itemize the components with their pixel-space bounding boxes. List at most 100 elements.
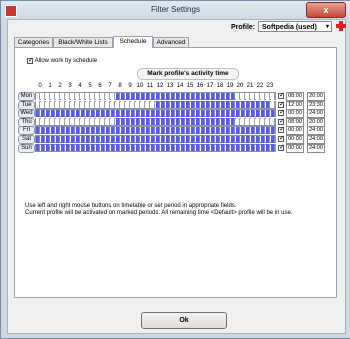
schedule-cell[interactable] [76,135,80,143]
schedule-cell[interactable] [221,118,225,126]
schedule-cell[interactable] [91,126,95,134]
schedule-cell[interactable] [111,126,115,134]
schedule-cell[interactable] [186,135,190,143]
schedule-cell[interactable] [101,109,105,117]
schedule-cell[interactable] [71,101,75,109]
schedule-cell[interactable] [161,135,165,143]
schedule-cell[interactable] [216,135,220,143]
schedule-cell[interactable] [211,126,215,134]
schedule-cell[interactable] [206,144,210,152]
schedule-cell[interactable] [81,144,85,152]
schedule-cell[interactable] [56,144,60,152]
schedule-cell[interactable] [266,101,270,109]
schedule-cell[interactable] [131,101,135,109]
schedule-cell[interactable] [261,118,265,126]
schedule-cell[interactable] [226,92,230,100]
schedule-cell[interactable] [76,109,80,117]
schedule-cell[interactable] [236,144,240,152]
day-enable-checkbox-mon[interactable] [278,91,285,99]
schedule-cell[interactable] [71,126,75,134]
schedule-cell[interactable] [231,101,235,109]
schedule-cell[interactable] [36,118,40,126]
schedule-cell[interactable] [241,135,245,143]
schedule-cell[interactable] [226,144,230,152]
schedule-cell[interactable] [146,135,150,143]
schedule-cell[interactable] [256,109,260,117]
schedule-cell[interactable] [226,109,230,117]
schedule-cell[interactable] [216,144,220,152]
schedule-cell[interactable] [241,126,245,134]
schedule-cell[interactable] [166,101,170,109]
schedule-cell[interactable] [116,118,120,126]
schedule-cell[interactable] [101,135,105,143]
schedule-cell[interactable] [161,144,165,152]
schedule-cell[interactable] [156,144,160,152]
schedule-cell[interactable] [251,109,255,117]
schedule-cell[interactable] [226,118,230,126]
schedule-cell[interactable] [106,126,110,134]
schedule-cell[interactable] [196,144,200,152]
schedule-cell[interactable] [206,135,210,143]
tab-categories[interactable]: Categories [14,37,53,47]
schedule-cell[interactable] [266,118,270,126]
schedule-cell[interactable] [196,135,200,143]
schedule-cell[interactable] [181,109,185,117]
day-label-mon[interactable]: Mon [18,92,35,101]
schedule-cell[interactable] [211,144,215,152]
schedule-cell[interactable] [241,118,245,126]
schedule-cell[interactable] [41,126,45,134]
schedule-cell[interactable] [56,118,60,126]
schedule-cell[interactable] [96,92,100,100]
schedule-cell[interactable] [266,144,270,152]
schedule-cell[interactable] [36,135,40,143]
schedule-cell[interactable] [261,126,265,134]
schedule-cell[interactable] [166,92,170,100]
schedule-cell[interactable] [86,144,90,152]
schedule-cell[interactable] [201,126,205,134]
schedule-cell[interactable] [236,126,240,134]
schedule-cell[interactable] [261,92,265,100]
close-button[interactable]: x [306,2,346,18]
schedule-cell[interactable] [251,118,255,126]
schedule-cell[interactable] [51,92,55,100]
schedule-cell[interactable] [171,92,175,100]
schedule-cell[interactable] [181,135,185,143]
schedule-cell[interactable] [196,101,200,109]
schedule-cell[interactable] [76,101,80,109]
schedule-cell[interactable] [231,144,235,152]
schedule-cell[interactable] [76,118,80,126]
schedule-cell[interactable] [181,92,185,100]
day-enable-checkbox-tue[interactable] [278,100,285,108]
schedule-cell[interactable] [176,118,180,126]
schedule-cell[interactable] [256,126,260,134]
schedule-cell[interactable] [141,92,145,100]
schedule-cell[interactable] [171,144,175,152]
schedule-cell[interactable] [191,92,195,100]
schedule-cell[interactable] [46,109,50,117]
schedule-cell[interactable] [46,101,50,109]
schedule-cell[interactable] [231,126,235,134]
schedule-cell[interactable] [241,101,245,109]
schedule-cell[interactable] [66,118,70,126]
schedule-cell[interactable] [56,126,60,134]
schedule-cell[interactable] [146,126,150,134]
schedule-cell[interactable] [36,126,40,134]
schedule-cell[interactable] [161,126,165,134]
day-enable-checkbox-fri[interactable] [278,125,285,134]
schedule-cell[interactable] [61,101,65,109]
schedule-cell[interactable] [256,144,260,152]
schedule-cell[interactable] [41,92,45,100]
schedule-cell[interactable] [131,144,135,152]
schedule-cell[interactable] [171,109,175,117]
schedule-cell[interactable] [236,118,240,126]
schedule-cell[interactable] [271,135,275,143]
schedule-cell[interactable] [126,126,130,134]
schedule-cell[interactable] [86,101,90,109]
schedule-cell[interactable] [206,109,210,117]
schedule-cell[interactable] [176,109,180,117]
schedule-cell[interactable] [246,118,250,126]
day-label-sat[interactable]: Sat [18,135,35,144]
schedule-cell[interactable] [196,92,200,100]
schedule-cell[interactable] [141,135,145,143]
schedule-cell[interactable] [156,126,160,134]
